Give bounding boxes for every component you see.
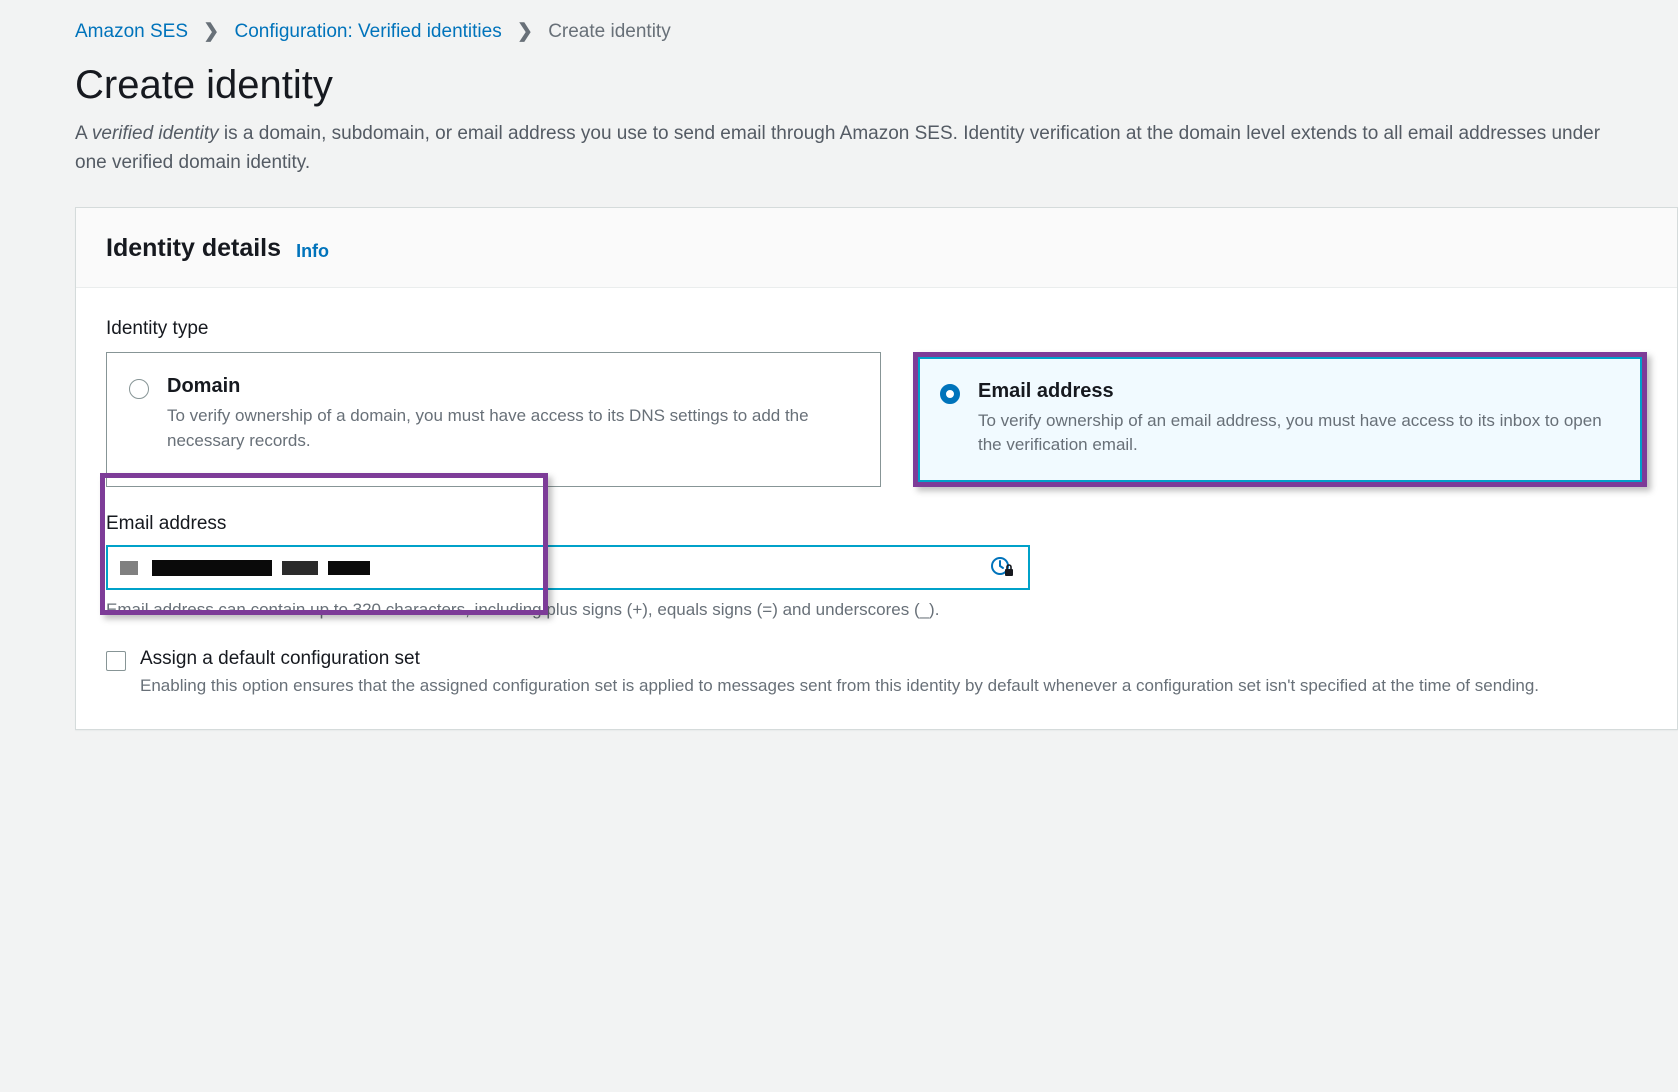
config-set-row: Assign a default configuration set Enabl… [106,648,1647,699]
email-tile-title: Email address [978,380,1616,403]
domain-tile-title: Domain [167,375,854,398]
config-set-title: Assign a default configuration set [140,648,1647,670]
page-container: Amazon SES ❯ Configuration: Verified ide… [0,0,1678,730]
identity-type-domain-tile[interactable]: Domain To verify ownership of a domain, … [106,352,881,487]
highlight-email-field [100,473,548,615]
identity-type-tiles: Domain To verify ownership of a domain, … [106,352,1647,487]
breadcrumb-root[interactable]: Amazon SES [75,21,188,42]
subtitle-rest: is a domain, subdomain, or email address… [75,123,1600,173]
checkbox-content: Assign a default configuration set Enabl… [140,648,1647,699]
domain-tile-desc: To verify ownership of a domain, you mus… [167,404,854,453]
config-set-desc: Enabling this option ensures that the as… [140,674,1647,699]
chevron-right-icon: ❯ [517,21,533,42]
chevron-right-icon: ❯ [203,21,219,42]
panel-body: Identity type Domain To verify ownership… [76,288,1677,729]
redacted-block [328,561,370,575]
redacted-block [152,560,272,576]
tile-content: Domain To verify ownership of a domain, … [167,375,854,453]
page-header: Create identity A verified identity is a… [0,53,1678,207]
breadcrumb-config[interactable]: Configuration: Verified identities [234,21,501,42]
panel-header: Identity details Info [76,208,1677,288]
config-set-checkbox[interactable] [106,651,126,671]
subtitle-em: verified identity [92,123,219,144]
highlight-email-tile: Email address To verify ownership of an … [913,352,1648,487]
email-tile-desc: To verify ownership of an email address,… [978,409,1616,458]
email-helper-text: Email address can contain up to 320 char… [106,600,1647,620]
redacted-block [282,561,318,575]
info-link[interactable]: Info [296,241,329,261]
breadcrumb: Amazon SES ❯ Configuration: Verified ide… [0,20,1678,53]
subtitle-prefix: A [75,123,92,144]
identity-type-email-tile[interactable]: Email address To verify ownership of an … [918,357,1643,482]
identity-details-panel: Identity details Info Identity type Doma… [75,207,1678,730]
email-field-label: Email address [106,513,1647,535]
breadcrumb-current: Create identity [548,21,671,42]
radio-checked-icon [940,384,960,404]
page-title: Create identity [75,63,1603,108]
tile-spacer [881,352,913,487]
password-manager-icon[interactable] [990,556,1014,580]
email-input[interactable] [106,545,1030,590]
page-subtitle: A verified identity is a domain, subdoma… [75,120,1603,177]
radio-unchecked-icon [129,379,149,399]
tile-content: Email address To verify ownership of an … [978,380,1616,458]
redacted-block [120,561,138,575]
identity-type-label: Identity type [106,318,1647,340]
email-field-wrap: Email address Email ad [106,513,1647,620]
panel-title: Identity details [106,234,281,262]
